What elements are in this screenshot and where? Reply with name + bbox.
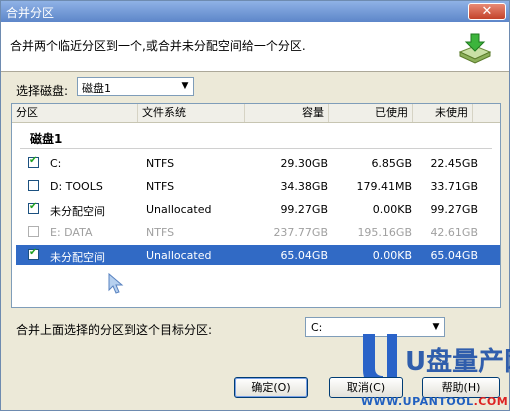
partition-name: D: TOOLS — [50, 180, 103, 193]
partition-list[interactable]: 分区 文件系统 容量 已使用 未使用 磁盘1 ✔ C: NTFS 29.30GB 6.8… — [11, 103, 501, 308]
partition-free: 33.71GB — [430, 180, 478, 193]
column-header-free[interactable]: 未使用 — [413, 104, 473, 122]
table-row[interactable]: D: TOOLS NTFS 34.38GB 179.41MB 33.71GB — [16, 176, 500, 196]
chevron-down-icon[interactable]: ▼ — [177, 78, 193, 95]
dialog-header: 合并两个临近分区到一个,或合并未分配空间给一个分区. — [1, 22, 509, 72]
table-row: E: DATA NTFS 237.77GB 195.16GB 42.61GB — [16, 222, 500, 242]
partition-used: 0.00KB — [372, 203, 412, 216]
group-divider — [20, 148, 492, 149]
partition-checkbox[interactable]: ✔ — [28, 247, 39, 260]
header-description: 合并两个临近分区到一个,或合并未分配空间给一个分区. — [10, 39, 306, 53]
partition-used: 179.41MB — [356, 180, 412, 193]
disk-select[interactable]: 磁盘1 ▼ — [77, 77, 194, 96]
partition-checkbox — [28, 226, 39, 237]
partition-free: 42.61GB — [430, 226, 478, 239]
watermark-url-main: WWW.UPANTOOL — [361, 395, 474, 408]
partition-name: 未分配空间 — [50, 251, 105, 264]
merge-partition-dialog: 合并分区 ✕ 合并两个临近分区到一个,或合并未分配空间给一个分区. 选择磁盘: … — [0, 0, 510, 411]
column-header-used[interactable]: 已使用 — [329, 104, 413, 122]
checkmark-icon: ✔ — [29, 155, 38, 166]
partition-used: 6.85GB — [371, 157, 412, 170]
column-header-capacity[interactable]: 容量 — [245, 104, 329, 122]
partition-name: E: DATA — [50, 226, 93, 239]
checkmark-icon: ✔ — [29, 201, 38, 212]
partition-used: 0.00KB — [372, 249, 412, 262]
checkmark-icon: ✔ — [29, 247, 38, 258]
partition-checkbox[interactable]: ✔ — [28, 201, 39, 214]
column-header-partition[interactable]: 分区 — [12, 104, 138, 122]
table-row[interactable]: ✔ C: NTFS 29.30GB 6.85GB 22.45GB — [16, 153, 500, 173]
partition-filesystem: NTFS — [146, 226, 175, 239]
ok-button[interactable]: 确定(O) — [234, 377, 308, 398]
merge-target-label: 合并上面选择的分区到这个目标分区: — [16, 323, 213, 337]
disk-group-label: 磁盘1 — [30, 132, 63, 146]
partition-free: 65.04GB — [430, 249, 478, 262]
partition-checkbox[interactable]: ✔ — [28, 155, 39, 168]
partition-capacity: 237.77GB — [273, 226, 328, 239]
partition-list-header: 分区 文件系统 容量 已使用 未使用 — [12, 104, 500, 123]
partition-used: 195.16GB — [357, 226, 412, 239]
partition-filesystem: NTFS — [146, 180, 175, 193]
partition-filesystem: NTFS — [146, 157, 175, 170]
partition-free: 22.45GB — [430, 157, 478, 170]
disk-select-value: 磁盘1 — [82, 82, 111, 95]
close-button[interactable]: ✕ — [468, 3, 506, 20]
partition-capacity: 29.30GB — [280, 157, 328, 170]
title-bar[interactable]: 合并分区 ✕ — [1, 1, 509, 22]
partition-capacity: 65.04GB — [280, 249, 328, 262]
column-header-filesystem[interactable]: 文件系统 — [138, 104, 245, 122]
merge-partition-icon — [458, 33, 492, 64]
partition-free: 99.27GB — [430, 203, 478, 216]
partition-capacity: 34.38GB — [280, 180, 328, 193]
table-row[interactable]: ✔ 未分配空间 Unallocated 99.27GB 0.00KB 99.27GB — [16, 199, 500, 219]
partition-filesystem: Unallocated — [146, 203, 212, 216]
partition-name: 未分配空间 — [50, 205, 105, 218]
watermark-url-suffix: .COM — [473, 395, 509, 408]
partition-filesystem: Unallocated — [146, 249, 212, 262]
merge-target-value: C: — [311, 321, 323, 334]
watermark-brand: U盘量产网 — [405, 346, 510, 377]
mouse-pointer-icon — [108, 272, 124, 294]
partition-name: C: — [50, 157, 62, 170]
partition-capacity: 99.27GB — [280, 203, 328, 216]
window-title: 合并分区 — [6, 6, 55, 20]
watermark-url: WWW.UPANTOOL.COM — [361, 395, 508, 408]
table-row[interactable]: ✔ 未分配空间 Unallocated 65.04GB 0.00KB 65.04GB — [16, 245, 500, 265]
partition-checkbox[interactable] — [28, 180, 39, 191]
disk-select-label: 选择磁盘: — [16, 84, 69, 98]
